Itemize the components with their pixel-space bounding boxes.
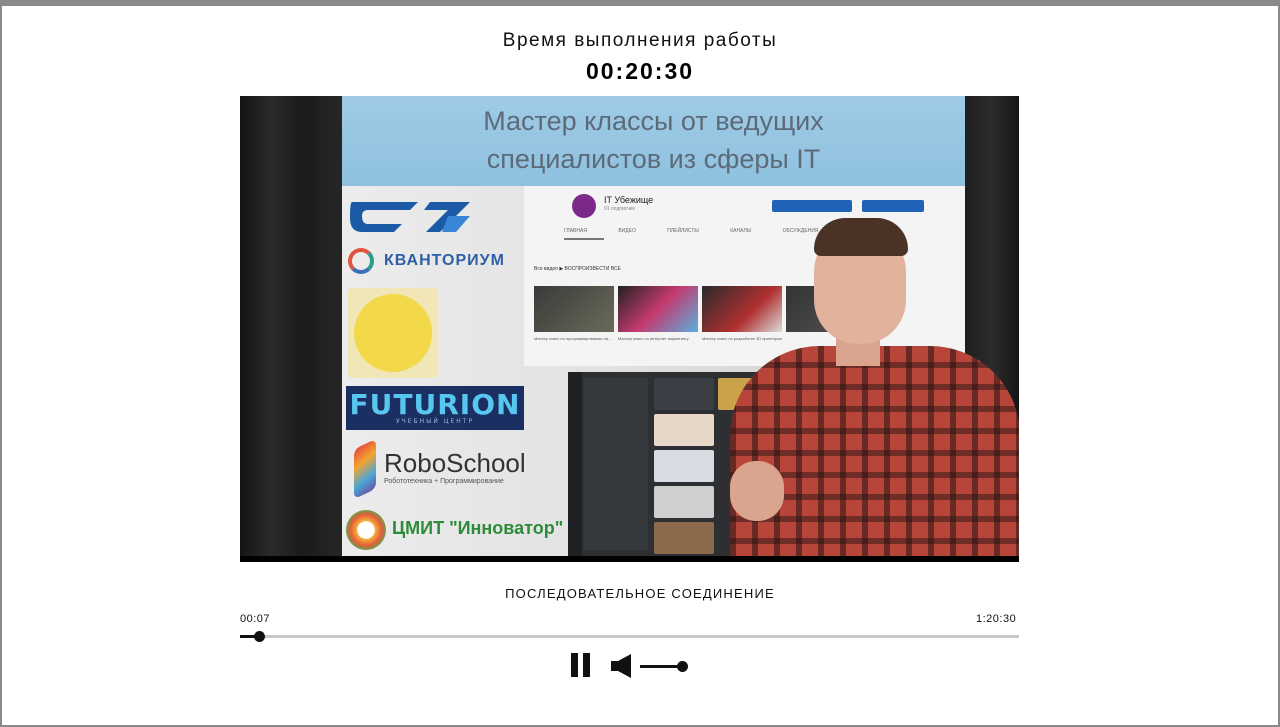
volume-handle[interactable] (677, 661, 688, 672)
sgtu-logo-mark (350, 202, 470, 232)
desktop-card (654, 450, 714, 482)
board-banner: Мастер классы от ведущих специалистов из… (342, 96, 965, 186)
desktop-panel (584, 378, 648, 550)
presenter (730, 216, 1019, 562)
channel-name: IT Убежище (604, 195, 654, 205)
timer-value: 00:20:30 (585, 58, 695, 84)
futurion-logo: FUTURION УЧЕБНЫЙ ЦЕНТР (346, 386, 524, 430)
video-caption: Мастер класс по программированию на... (534, 336, 612, 341)
presenter-shirt (730, 346, 1019, 562)
seek-rail (240, 635, 1019, 638)
pause-button[interactable] (570, 653, 592, 679)
seek-bar[interactable] (240, 630, 1019, 644)
kids-logo-circle (354, 294, 432, 372)
video-thumbnail (534, 286, 614, 332)
volume-button[interactable] (609, 653, 635, 679)
roboschool-logo: RoboSchool Робототехника + Программирова… (354, 438, 534, 500)
kvantorium-logo: КВАНТОРИУМ (348, 248, 533, 274)
presenter-hand (730, 461, 784, 521)
current-time: 00:07 (240, 613, 271, 625)
volume-slider[interactable] (640, 658, 688, 674)
sgtu-logo (348, 194, 472, 236)
timer-label: Время выполнения работы (502, 30, 778, 51)
channel-subscribers: 91 подписчик (604, 206, 635, 212)
channel-avatar (572, 194, 596, 218)
channel-section-title: Все видео ▶ ВОСПРОИЗВЕСТИ ВСЕ (534, 266, 621, 272)
board-title-line1: Мастер классы от ведущих (483, 106, 824, 136)
volume-rail (640, 665, 682, 668)
kvantorium-icon (348, 248, 374, 274)
total-time: 1:20:30 (976, 613, 1017, 625)
desktop-sidebar (568, 372, 582, 556)
futurion-text: FUTURION (349, 388, 521, 421)
desktop-card (654, 414, 714, 446)
kids-logo (348, 288, 438, 378)
cmit-text: ЦМИТ "Инноватор" (392, 518, 564, 538)
board-title: Мастер классы от ведущих специалистов из… (342, 102, 965, 178)
video-thumbnail (618, 286, 698, 332)
futurion-subtext: УЧЕБНЫЙ ЦЕНТР (395, 418, 475, 425)
track-title: ПОСЛЕДОВАТЕЛЬНОЕ СОЕДИНЕНИЕ (505, 586, 775, 601)
video-frame[interactable]: Мастер классы от ведущих специалистов из… (240, 96, 1019, 562)
video-caption: Мастер класс по интернет маркетингу (618, 336, 689, 341)
desktop-card (654, 522, 714, 554)
kvantorium-text: КВАНТОРИУМ (384, 252, 505, 269)
desktop-card (654, 486, 714, 518)
presenter-hair (814, 218, 908, 256)
board-title-line2: специалистов из сферы IT (486, 144, 821, 174)
channel-button-2 (862, 200, 924, 212)
channel-button-1 (772, 200, 852, 212)
desktop-card (654, 378, 714, 410)
cmit-icon (346, 510, 386, 550)
channel-tab-indicator (564, 238, 604, 240)
speaker-icon (611, 654, 631, 678)
video-bottom-bar (240, 556, 1019, 562)
curtain-left (240, 96, 342, 556)
roboschool-subtext: Робототехника + Программирование (384, 478, 504, 485)
roboschool-icon (354, 438, 376, 500)
seek-handle[interactable] (254, 631, 265, 642)
cmit-logo: ЦМИТ "Инноватор" (346, 508, 563, 552)
roboschool-text: RoboSchool (384, 448, 526, 478)
